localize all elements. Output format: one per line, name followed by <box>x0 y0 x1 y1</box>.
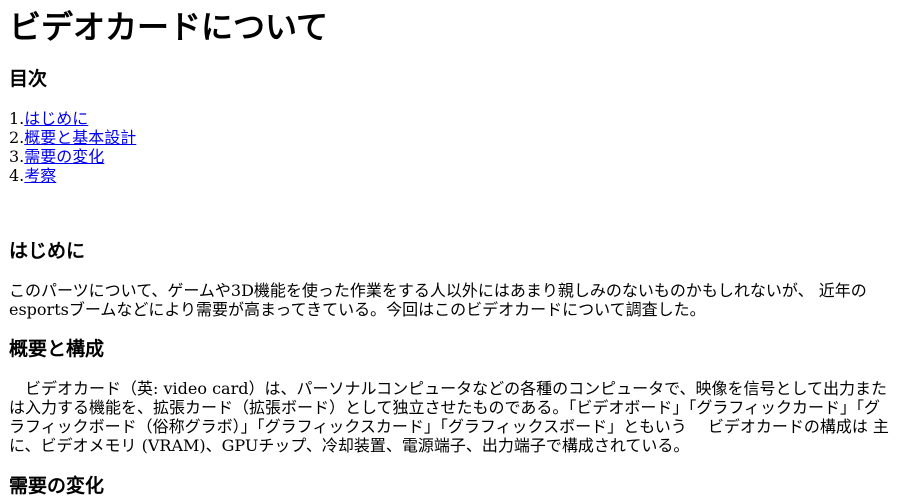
toc-item-intro: 1.はじめに <box>9 109 136 128</box>
section-heading-demand: 需要の変化 <box>9 475 105 497</box>
toc-link-overview[interactable]: 概要と基本設計 <box>24 128 136 147</box>
table-of-contents: 1.はじめに 2.概要と基本設計 3.需要の変化 4.考察 <box>9 109 136 185</box>
toc-item-number: 3. <box>9 147 25 166</box>
section-heading-intro: はじめに <box>9 240 86 262</box>
toc-item-discussion: 4.考察 <box>9 166 136 185</box>
toc-item-number: 2. <box>9 128 25 147</box>
toc-link-demand[interactable]: 需要の変化 <box>24 147 104 166</box>
section-text-intro: このパーツについて、ゲームや3D機能を使った作業をする人以外にはあまり親しみのな… <box>9 281 867 319</box>
section-text-overview: ビデオカード（英: video card）は、パーソナルコンピュータなどの各種の… <box>9 379 889 455</box>
toc-link-intro[interactable]: はじめに <box>24 109 88 128</box>
page-title: ビデオカードについて <box>9 8 329 46</box>
toc-link-discussion[interactable]: 考察 <box>24 166 56 185</box>
toc-item-number: 4. <box>9 166 25 185</box>
section-heading-overview: 概要と構成 <box>9 338 105 360</box>
toc-item-demand: 3.需要の変化 <box>9 147 136 166</box>
toc-item-number: 1. <box>9 109 25 128</box>
toc-item-overview: 2.概要と基本設計 <box>9 128 136 147</box>
toc-heading: 目次 <box>9 68 48 90</box>
